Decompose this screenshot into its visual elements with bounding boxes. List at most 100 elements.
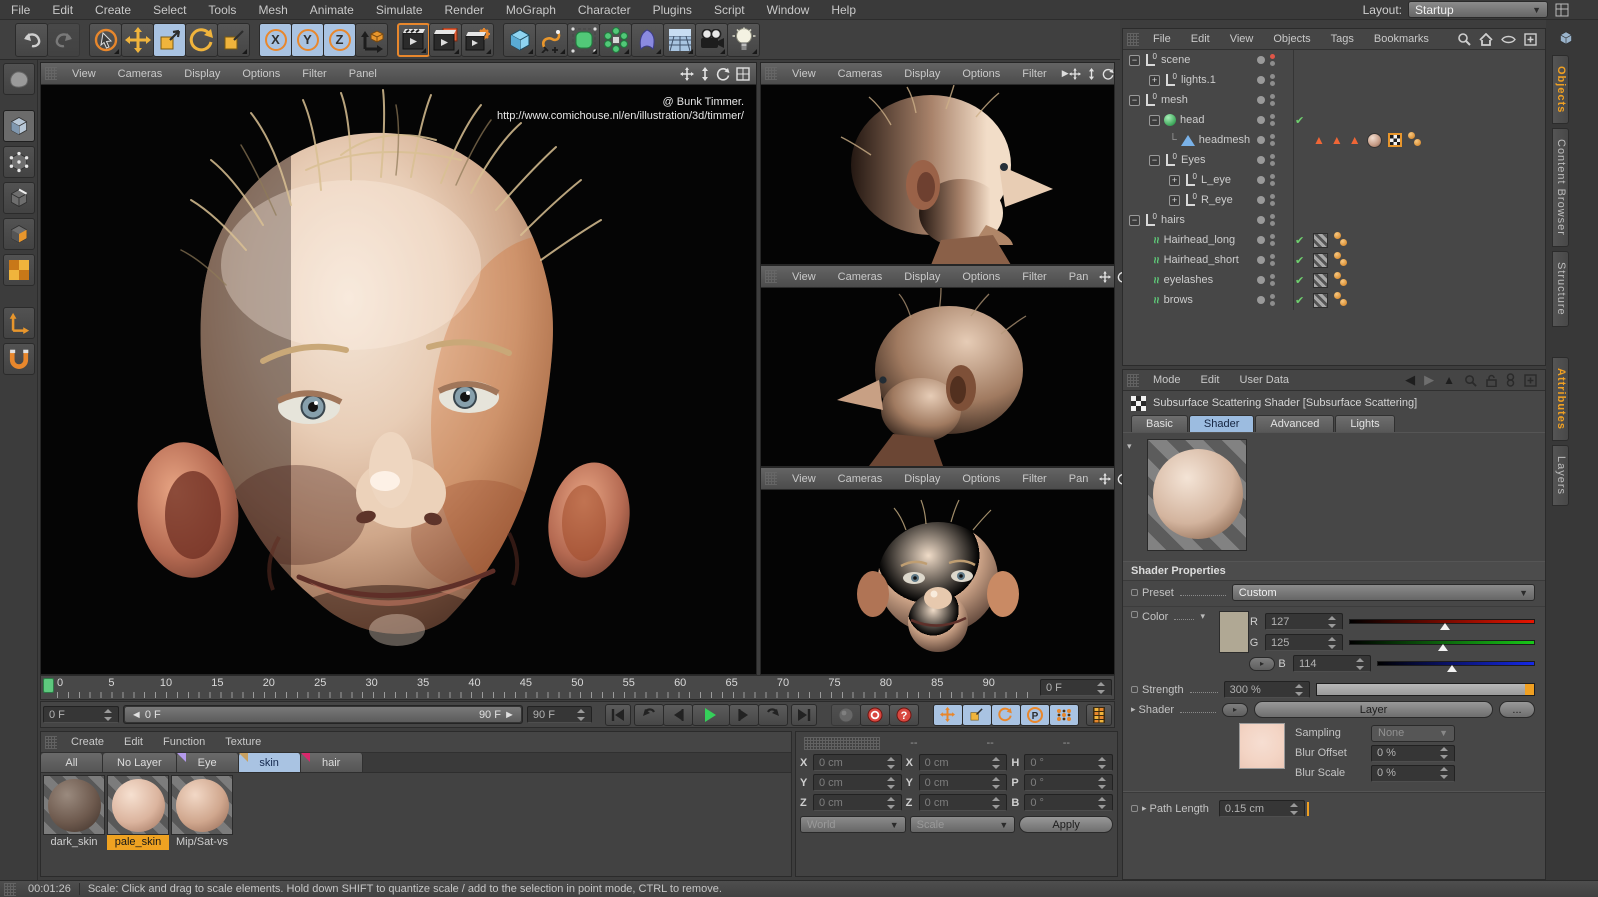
tree-row-hairhead-long[interactable]: ≈ Hairhead_long ✔ [1123, 230, 1545, 250]
tree-row-hairhead-short[interactable]: ≈ Hairhead_short ✔ [1123, 250, 1545, 270]
rot-h-field[interactable]: 0 ° [1024, 754, 1114, 771]
selection-tag-icon[interactable]: ▲ [1313, 133, 1325, 147]
preset-dropdown[interactable]: Custom ▼ [1231, 584, 1535, 601]
viewport-menu-item[interactable]: Display [893, 68, 951, 80]
end-frame-field[interactable]: 90 F [526, 706, 593, 723]
history-forward-icon[interactable]: ▶ [1424, 372, 1434, 388]
section-collapse-icon[interactable]: ▾ [1127, 441, 1132, 452]
pos-x-field[interactable]: 0 cm [813, 754, 902, 771]
menubar-item[interactable]: Mesh [247, 3, 298, 17]
attribute-menu-item[interactable]: Mode [1143, 374, 1191, 386]
vertex-tag-icons[interactable] [1407, 132, 1422, 148]
add-hypernurbs-button[interactable] [567, 22, 600, 57]
add-array-button[interactable] [599, 22, 632, 57]
goto-end-button[interactable] [790, 703, 818, 726]
undo-button[interactable] [15, 22, 48, 57]
viewport-menu-item[interactable]: Pan [1058, 271, 1100, 283]
menubar-item[interactable]: Help [820, 3, 867, 17]
viewport-menu-item[interactable]: Pan [1058, 473, 1100, 485]
tree-row-leye[interactable]: +0 L_eye [1123, 170, 1545, 190]
layer-tab-nolayer[interactable]: No Layer [103, 753, 177, 772]
path-length-field[interactable]: 0.15 cm [1218, 800, 1305, 817]
rotate-view-icon[interactable] [1102, 68, 1114, 80]
uvw-tag-icon[interactable] [1387, 133, 1402, 147]
axis-mode-button[interactable] [2, 307, 35, 339]
hair-material-tag-icon[interactable] [1313, 252, 1328, 268]
coordinate-system-button[interactable] [355, 22, 388, 57]
path-length-collapse-icon[interactable]: ▸ [1142, 803, 1147, 814]
material-dark-skin[interactable]: dark_skin [43, 775, 105, 850]
pan-view-icon[interactable] [680, 66, 694, 81]
tree-row-hairs[interactable]: −0 hairs [1123, 210, 1545, 230]
viewport-menu-item[interactable]: Options [951, 473, 1011, 485]
key-scale-toggle[interactable] [961, 703, 992, 726]
selection-tag-icon[interactable]: ▲ [1331, 133, 1343, 147]
tree-row-mesh[interactable]: −0 mesh [1123, 90, 1545, 110]
selection-tag-icon[interactable]: ▲ [1349, 133, 1361, 147]
toggle-view-icon[interactable] [736, 66, 750, 81]
attribute-menu-item[interactable]: User Data [1230, 374, 1300, 386]
rotate-view-icon[interactable] [716, 67, 730, 81]
vertex-tag-icons[interactable] [1334, 232, 1348, 248]
viewport-menu-item[interactable]: Cameras [107, 68, 174, 80]
layer-tab-eye[interactable]: Eye [176, 753, 239, 772]
viewport-menu-item[interactable]: Filter [291, 68, 337, 80]
material-tag-icon[interactable] [1366, 132, 1382, 148]
menubar-item[interactable]: MoGraph [495, 3, 567, 17]
sampling-dropdown[interactable]: None ▼ [1371, 724, 1455, 742]
tab-basic[interactable]: Basic [1131, 415, 1188, 432]
render-settings-button[interactable] [461, 22, 494, 57]
timeline-ruler[interactable]: 0 5 10 15 20 25 30 35 40 45 50 55 60 65 70 75 80 85 90 0 F [40, 675, 1115, 700]
viewport-menu-item[interactable]: View [781, 68, 827, 80]
viewport-canvas[interactable] [761, 288, 1114, 466]
tree-row-eyes[interactable]: −0 Eyes [1123, 150, 1545, 170]
object-manager-menu-item[interactable]: Bookmarks [1364, 33, 1439, 45]
object-manager-menu-item[interactable]: Tags [1321, 33, 1364, 45]
y-axis-lock-button[interactable]: Y [291, 22, 324, 57]
rot-b-field[interactable]: 0 ° [1024, 794, 1114, 811]
panel-grip[interactable] [765, 270, 777, 283]
live-selection-button[interactable] [89, 22, 122, 57]
layer-tab-all[interactable]: All [41, 753, 103, 772]
enabled-check-icon[interactable]: ✔ [1295, 294, 1304, 307]
eye-icon[interactable] [1501, 35, 1516, 44]
layout-grid-icon[interactable] [1554, 2, 1570, 18]
record-button[interactable] [830, 703, 861, 726]
lock-icon[interactable] [1486, 374, 1497, 387]
panel-grip[interactable] [765, 472, 777, 485]
shader-preview-button[interactable]: ▸ [1222, 702, 1249, 717]
menubar-item[interactable]: Render [434, 3, 495, 17]
vertex-tag-icons[interactable] [1334, 272, 1348, 288]
color-mode-button[interactable]: ▸ [1249, 656, 1275, 671]
object-manager-menu-item[interactable]: File [1143, 33, 1181, 45]
last-tool-button[interactable] [217, 22, 250, 57]
viewport-menu-item[interactable]: Display [893, 271, 951, 283]
model-mode-button[interactable] [2, 63, 35, 95]
hair-material-tag-icon[interactable] [1313, 292, 1328, 308]
pos-z-field[interactable]: 0 cm [813, 794, 902, 811]
record-active-objects-button[interactable] [859, 703, 890, 726]
key-position-toggle[interactable] [932, 703, 963, 726]
add-panel-icon[interactable] [1524, 32, 1537, 46]
enabled-check-icon[interactable]: ✔ [1295, 114, 1304, 127]
pan-view-icon[interactable] [1099, 472, 1112, 485]
viewport-menu-item[interactable]: Cameras [827, 473, 894, 485]
blur-offset-field[interactable]: 0 % [1371, 744, 1455, 762]
previous-frame-button[interactable] [662, 703, 693, 726]
polygon-mode-button[interactable] [2, 218, 35, 250]
tab-attributes[interactable]: Attributes [1552, 356, 1569, 441]
tab-advanced[interactable]: Advanced [1255, 415, 1335, 432]
expand-toggle[interactable]: + [1169, 194, 1180, 206]
redo-button[interactable] [47, 22, 80, 57]
render-visibility-dot[interactable] [1270, 61, 1275, 66]
menubar-item[interactable]: Edit [41, 3, 84, 17]
zoom-view-icon[interactable] [700, 66, 710, 81]
key-pla-toggle[interactable] [1048, 703, 1079, 726]
shader-preview[interactable] [1147, 439, 1247, 551]
viewport-menu-item[interactable]: Filter [1011, 271, 1057, 283]
tab-objects[interactable]: Objects [1552, 55, 1569, 125]
layer-tab-skin[interactable]: skin [238, 753, 301, 772]
attribute-menu-item[interactable]: Edit [1191, 374, 1230, 386]
layout-dropdown[interactable]: Startup ▼ [1408, 1, 1548, 18]
manager-cube-icon[interactable] [1558, 30, 1574, 46]
